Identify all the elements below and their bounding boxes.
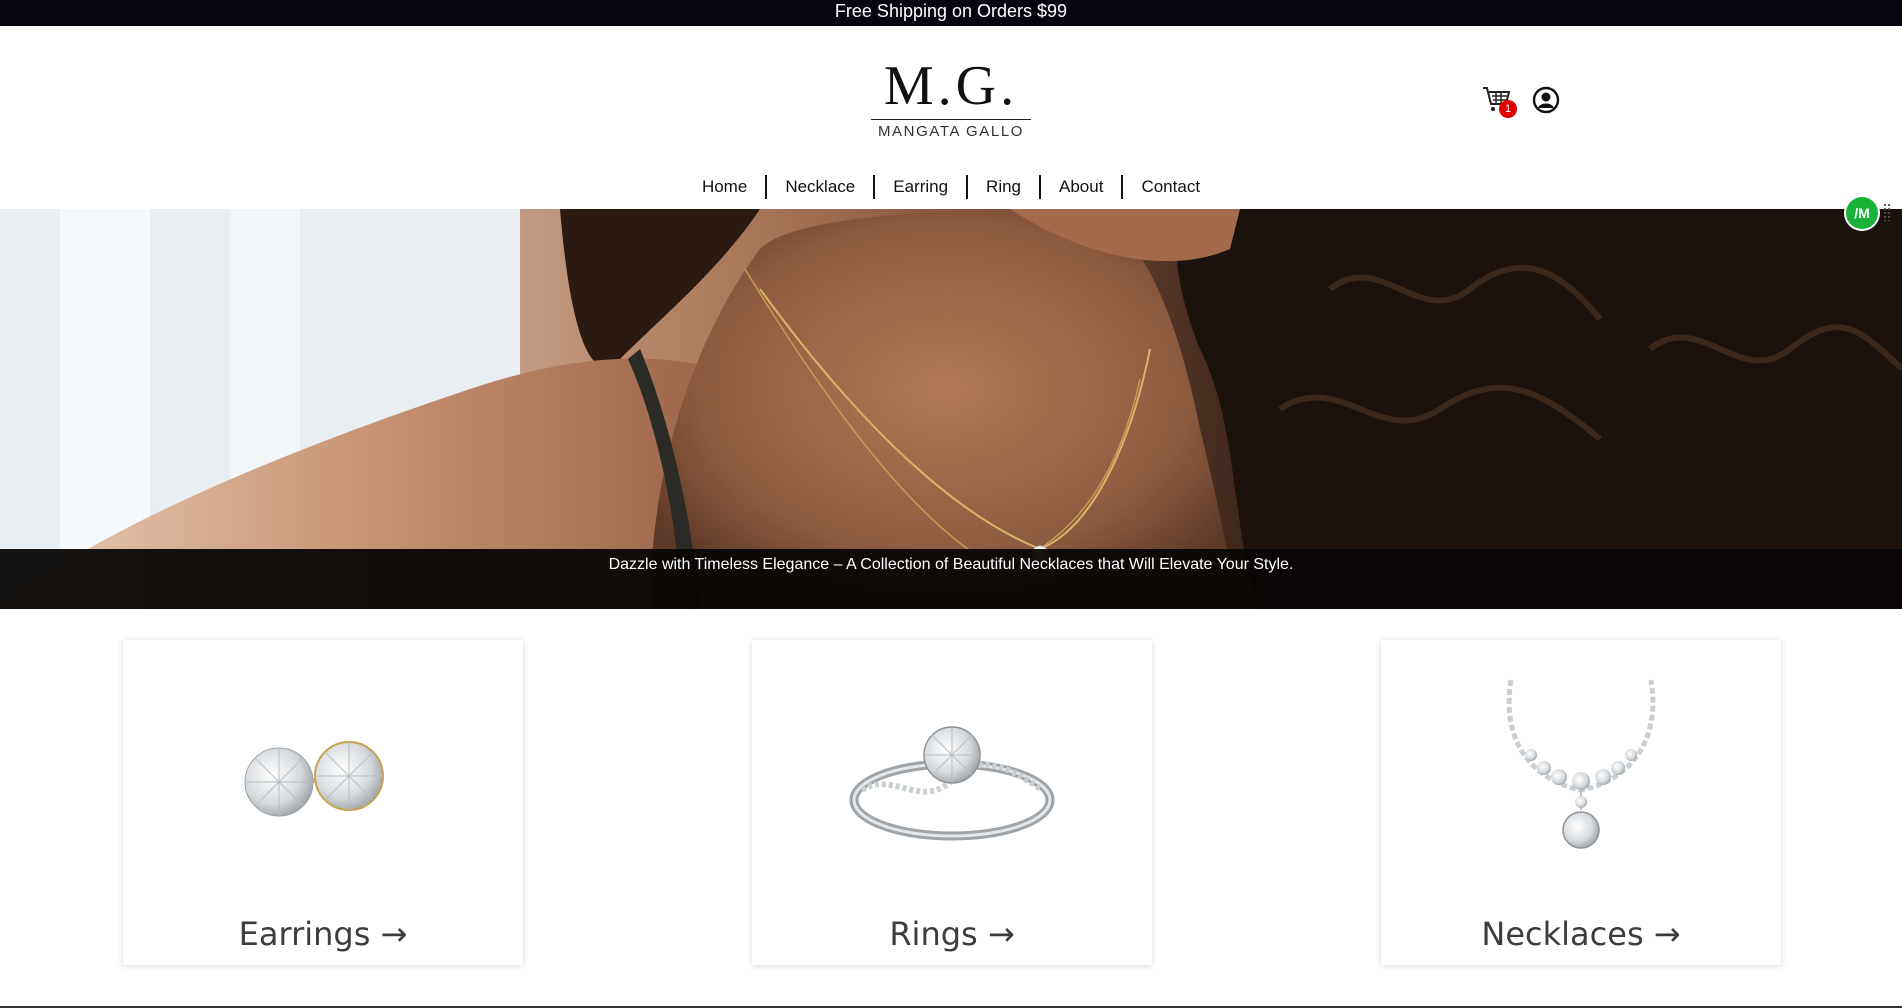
hero-caption: Dazzle with Timeless Elegance – A Collec…	[0, 549, 1902, 609]
category-card-earrings[interactable]: Earrings →	[123, 640, 523, 965]
logo-mark: M.G.	[883, 55, 1019, 117]
account-button[interactable]	[1532, 86, 1560, 114]
earrings-image	[244, 741, 384, 817]
hero-caption-text: Dazzle with Timeless Elegance – A Collec…	[608, 556, 1294, 573]
logo-subtitle: MANGATA GALLO	[877, 123, 1025, 140]
nav-about[interactable]: About	[1041, 175, 1121, 199]
nav-earring[interactable]: Earring	[875, 175, 966, 199]
ring-image	[849, 726, 1055, 841]
nav-necklace[interactable]: Necklace	[767, 175, 873, 199]
announcement-text: Free Shipping on Orders $99	[834, 1, 1068, 21]
nav-ring[interactable]: Ring	[968, 175, 1039, 199]
category-card-necklaces[interactable]: Necklaces →	[1381, 640, 1781, 965]
category-title-earrings[interactable]: Earrings →	[123, 915, 523, 953]
logo-divider	[871, 119, 1031, 120]
category-title-rings[interactable]: Rings →	[752, 915, 1152, 953]
user-circle-icon	[1532, 86, 1560, 114]
category-title-necklaces[interactable]: Necklaces →	[1381, 915, 1781, 953]
category-card-rings[interactable]: Rings →	[752, 640, 1152, 965]
nav-contact[interactable]: Contact	[1123, 175, 1218, 199]
nav-home[interactable]: Home	[684, 175, 765, 199]
floating-widget-button[interactable]: /M	[1846, 197, 1878, 229]
cart-count-badge: 1	[1499, 100, 1517, 118]
drag-handle-icon[interactable]	[1883, 203, 1891, 221]
necklace-image	[1506, 679, 1656, 849]
brand-logo[interactable]: M.G. MANGATA GALLO	[871, 58, 1031, 140]
announcement-bar: Free Shipping on Orders $99	[0, 0, 1902, 26]
cart-button[interactable]: 1	[1481, 84, 1517, 120]
main-nav: Home Necklace Earring Ring About Contact	[0, 172, 1902, 202]
